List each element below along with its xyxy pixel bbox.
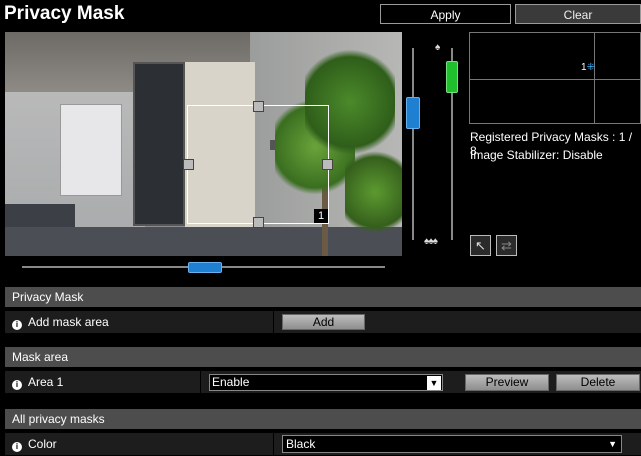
near-icon: ♠ <box>435 42 441 53</box>
area-1-label: i Area 1 <box>12 371 63 393</box>
area-1-enable-select[interactable]: Enable ▼ <box>209 374 443 391</box>
add-mask-row: i Add mask area Add <box>5 311 641 333</box>
chevron-down-icon: ▼ <box>427 376 441 390</box>
info-icon: i <box>12 442 22 452</box>
delete-button[interactable]: Delete <box>556 374 640 391</box>
chevron-down-icon: ▼ <box>608 439 617 449</box>
color-label-text: Color <box>28 437 57 451</box>
pan-slider-knob[interactable] <box>187 262 222 273</box>
row-divider <box>200 371 201 393</box>
stabilizer-status-text: Image Stabilizer: Disable <box>470 148 603 162</box>
far-icon: ♠♠♠ <box>424 236 438 247</box>
preview-h-line <box>470 79 640 80</box>
row-divider <box>273 433 274 455</box>
mask-color-select[interactable]: Black ▼ <box>282 435 622 453</box>
resize-handle-left[interactable] <box>183 159 194 170</box>
mask-number-label: 1 <box>314 209 328 223</box>
resize-handle-right[interactable] <box>322 159 333 170</box>
info-icon: i <box>12 320 22 330</box>
scene-board <box>60 104 122 196</box>
resize-handle-bottom[interactable] <box>253 217 264 228</box>
preview-v-line <box>594 33 595 123</box>
scene-floor <box>5 227 402 256</box>
page-title: Privacy Mask <box>4 3 125 24</box>
scene-door <box>133 62 185 226</box>
mask-area-section-header: Mask area <box>5 347 641 367</box>
camera-view[interactable]: 1 <box>5 32 402 256</box>
color-row: i Color Black ▼ <box>5 433 641 455</box>
area-1-row: i Area 1 Enable ▼ Preview Delete <box>5 371 641 393</box>
info-icon: i <box>12 380 22 390</box>
pointer-icon[interactable]: ↖ <box>470 235 491 256</box>
preview-marker-symbol: ⁜ <box>586 62 595 73</box>
focus-slider-knob[interactable] <box>446 60 458 93</box>
add-button[interactable]: Add <box>282 314 365 330</box>
mask-color-value: Black <box>286 437 316 451</box>
privacy-mask-section-header: Privacy Mask <box>5 287 641 307</box>
mask-position-preview: 1⁜ <box>469 32 641 124</box>
zoom-slider-knob[interactable] <box>406 96 420 129</box>
preview-mask-marker: 1⁜ <box>581 62 595 73</box>
preview-button[interactable]: Preview <box>465 374 549 391</box>
mask-area-box[interactable]: 1 <box>183 101 333 228</box>
all-privacy-masks-section-header: All privacy masks <box>5 409 641 429</box>
area-1-label-text: Area 1 <box>28 375 64 389</box>
swap-icon[interactable]: ⇄ <box>496 235 517 256</box>
add-mask-label-text: Add mask area <box>28 315 109 329</box>
scene-plant <box>345 142 402 242</box>
apply-button[interactable]: Apply <box>380 4 511 24</box>
row-divider <box>273 311 274 333</box>
resize-handle-top[interactable] <box>253 101 264 112</box>
color-label: i Color <box>12 433 57 455</box>
add-mask-label: i Add mask area <box>12 311 109 333</box>
clear-button[interactable]: Clear <box>515 4 641 24</box>
zoom-slider-track[interactable] <box>412 48 414 240</box>
area-1-select-value: Enable <box>212 375 250 389</box>
